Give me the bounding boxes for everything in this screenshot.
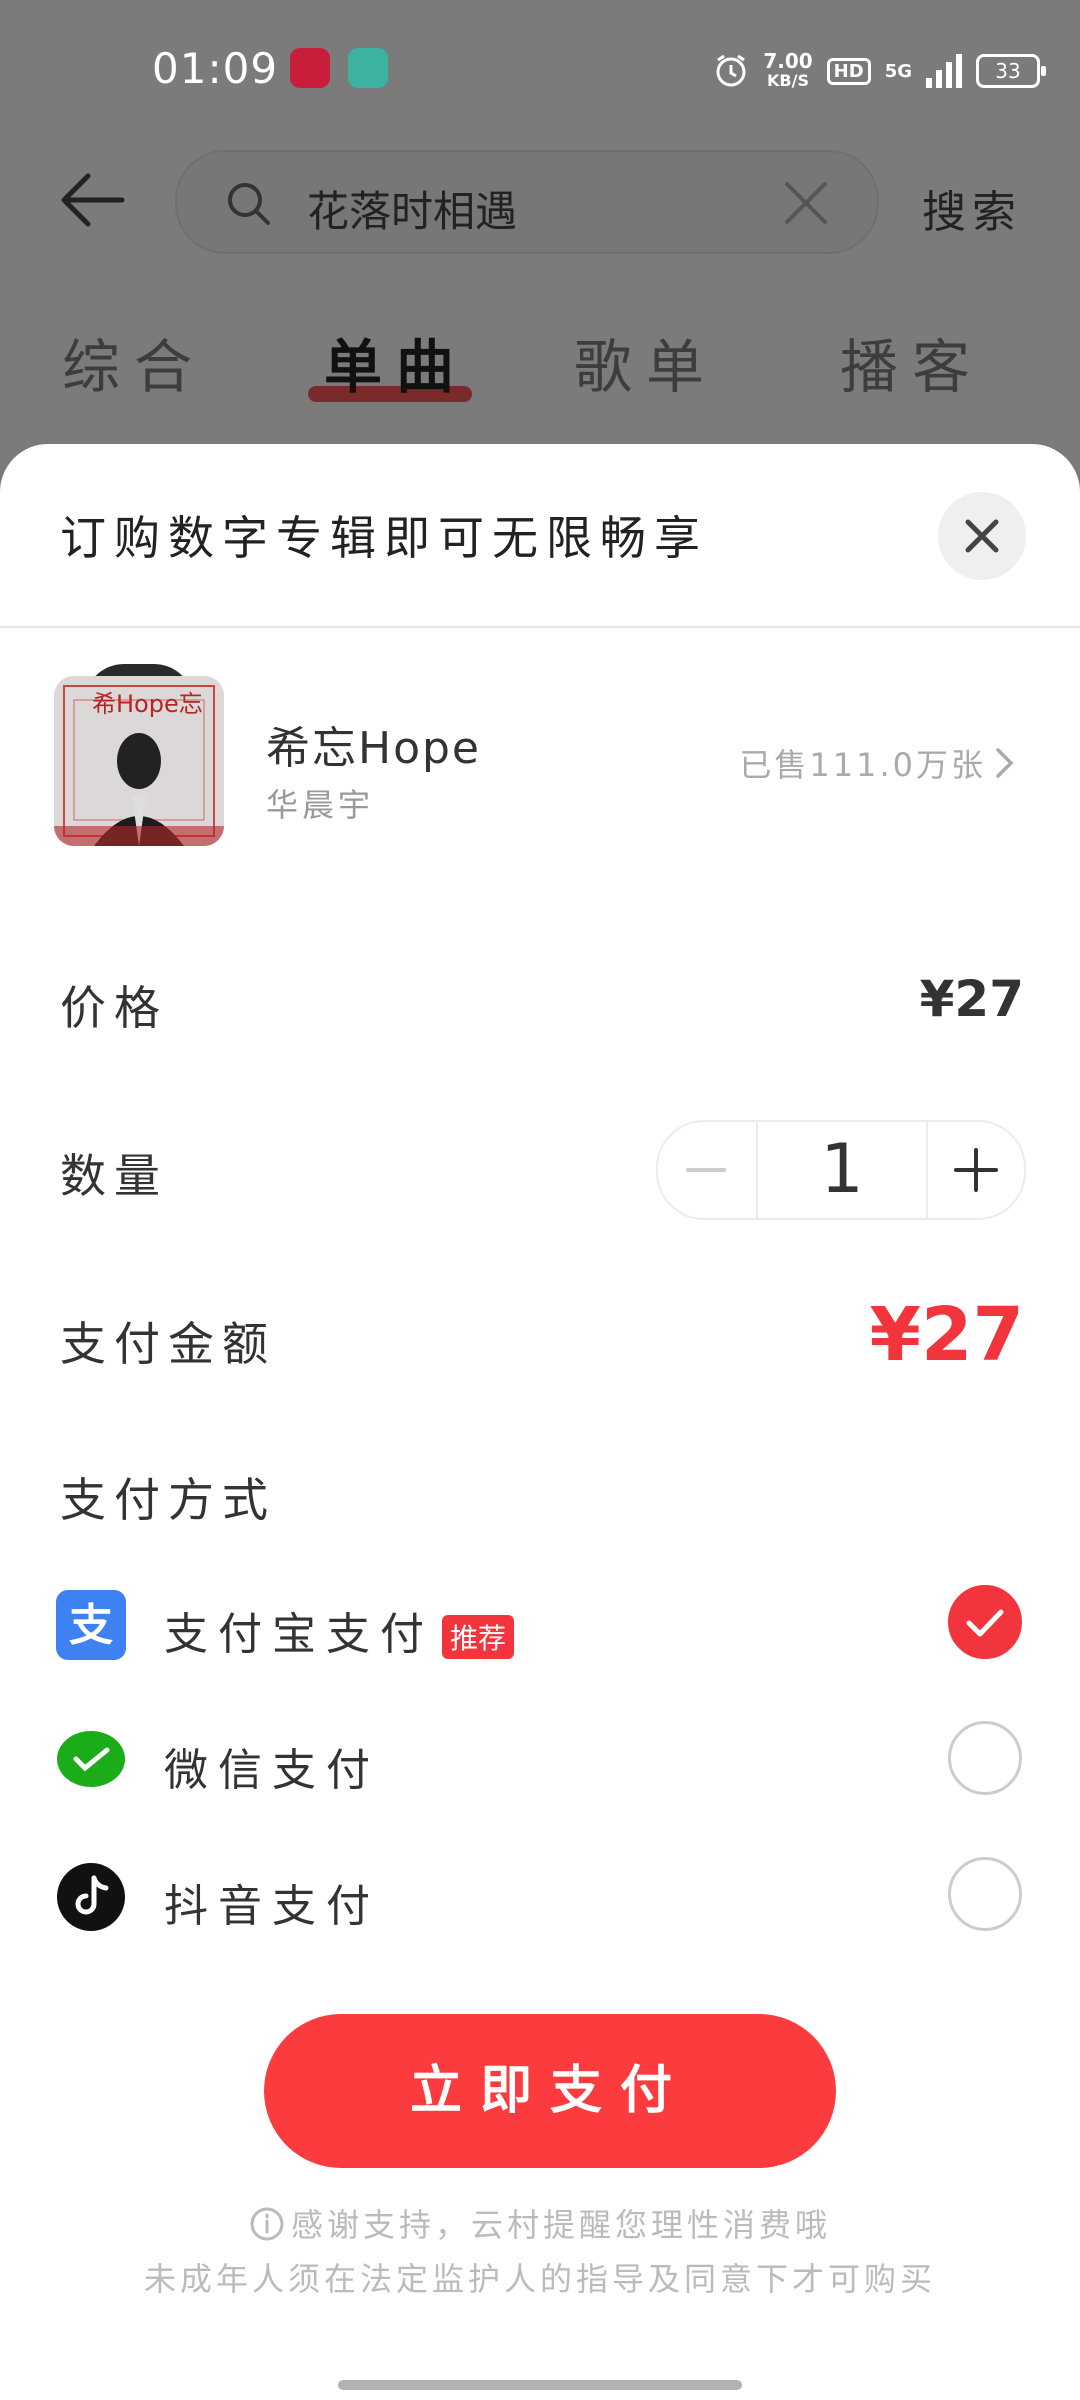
recommended-badge: 推荐 xyxy=(442,1615,515,1659)
home-indicator[interactable] xyxy=(338,2380,742,2390)
alarm-icon xyxy=(716,54,746,87)
status-time: 01:09 xyxy=(152,44,279,93)
network-speed: 7.00 KB/S xyxy=(763,51,812,91)
total-value: ¥27 xyxy=(869,1292,1024,1378)
checkmark-icon xyxy=(966,1609,1004,1637)
alipay-icon: 支 xyxy=(56,1590,126,1660)
purchase-sheet: 订购数字专辑即可无限畅享 希Hope忘 希忘Hope 华晨宇 已售111.0万张… xyxy=(0,444,1080,2400)
increase-button[interactable] xyxy=(928,1122,1024,1218)
signal-icon xyxy=(926,54,962,88)
payment-option-label: 支付宝支付 推荐 xyxy=(164,1598,515,1662)
wechat-label: 微信支付 xyxy=(164,1745,380,1796)
quantity-stepper: 1 xyxy=(656,1120,1026,1220)
quantity-value[interactable]: 1 xyxy=(756,1122,928,1218)
radio-alipay[interactable] xyxy=(948,1585,1022,1659)
search-input[interactable]: 花落时相遇 xyxy=(307,178,517,239)
douyin-label: 抖音支付 xyxy=(164,1881,380,1932)
minus-icon xyxy=(686,1168,726,1172)
payment-option-douyin[interactable]: 抖音支付 xyxy=(0,1852,1080,1952)
svg-text:支: 支 xyxy=(69,1600,113,1651)
album-cover: 希Hope忘 xyxy=(54,676,224,846)
decrease-button[interactable] xyxy=(658,1122,754,1218)
status-indicators: 7.00 KB/S HD 5G 33 xyxy=(713,46,1046,96)
network-type: 5G xyxy=(884,60,912,82)
pay-now-button[interactable]: 立即支付 xyxy=(264,2014,836,2168)
search-field[interactable]: 花落时相遇 xyxy=(175,150,879,254)
price-value: ¥27 xyxy=(919,970,1024,1028)
chevron-right-icon xyxy=(996,748,1014,778)
xiaohongshu-notification-icon xyxy=(290,48,330,88)
background-page: 01:09 7.00 KB/S HD 5G 33 花落时相遇 搜索 综合 单曲 … xyxy=(0,0,1080,460)
album-name: 希忘Hope xyxy=(266,723,482,774)
divider xyxy=(0,626,1080,628)
album-cover-text: 希Hope忘 xyxy=(92,690,203,718)
tab-podcasts[interactable]: 播客 xyxy=(840,320,984,404)
plus-icon xyxy=(954,1148,998,1192)
douyin-pay-icon xyxy=(57,1863,125,1931)
wechat-pay-icon xyxy=(57,1731,125,1787)
payment-method-label: 支付方式 xyxy=(60,1473,276,1527)
sheet-title: 订购数字专辑即可无限畅享 xyxy=(60,511,708,565)
alipay-label: 支付宝支付 xyxy=(164,1609,434,1660)
search-button[interactable]: 搜索 xyxy=(922,176,1022,240)
speed-unit: KB/S xyxy=(767,71,809,90)
sold-count-link[interactable]: 已售111.0万张 xyxy=(739,740,1016,786)
notice-text-1: 感谢支持，云村提醒您理性消费哦 xyxy=(290,2206,831,2244)
sold-count: 已售111.0万张 xyxy=(739,746,986,784)
payment-option-alipay[interactable]: 支 支付宝支付 推荐 xyxy=(0,1580,1080,1680)
battery-icon: 33 xyxy=(976,54,1046,88)
radio-douyin[interactable] xyxy=(948,1857,1022,1931)
notice-line-1: 感谢支持，云村提醒您理性消费哦 xyxy=(0,2200,1080,2246)
music-notification-icon xyxy=(348,48,388,88)
album-artist: 华晨宇 xyxy=(266,786,375,824)
payment-option-wechat[interactable]: 微信支付 xyxy=(0,1716,1080,1816)
clear-icon[interactable] xyxy=(781,178,831,228)
total-label: 支付金额 xyxy=(60,1317,276,1371)
price-label: 价格 xyxy=(60,981,168,1035)
info-icon xyxy=(250,2207,284,2241)
tab-comprehensive[interactable]: 综合 xyxy=(62,320,206,404)
status-bar: 01:09 7.00 KB/S HD 5G 33 xyxy=(0,40,1080,100)
tab-playlists[interactable]: 歌单 xyxy=(574,320,718,404)
search-bar: 花落时相遇 搜索 xyxy=(0,140,1080,260)
close-icon xyxy=(965,519,999,553)
back-arrow-icon[interactable] xyxy=(58,170,128,230)
result-tabs: 综合 单曲 歌单 播客 xyxy=(0,320,1080,410)
notice-line-2: 未成年人须在法定监护人的指导及同意下才可购买 xyxy=(143,2260,936,2298)
quantity-label: 数量 xyxy=(60,1149,168,1203)
radio-wechat[interactable] xyxy=(948,1721,1022,1795)
speed-value: 7.00 xyxy=(763,49,813,73)
search-icon xyxy=(228,183,270,225)
close-button[interactable] xyxy=(938,492,1026,580)
hd-icon: HD xyxy=(826,57,871,85)
tab-songs[interactable]: 单曲 xyxy=(324,320,468,404)
